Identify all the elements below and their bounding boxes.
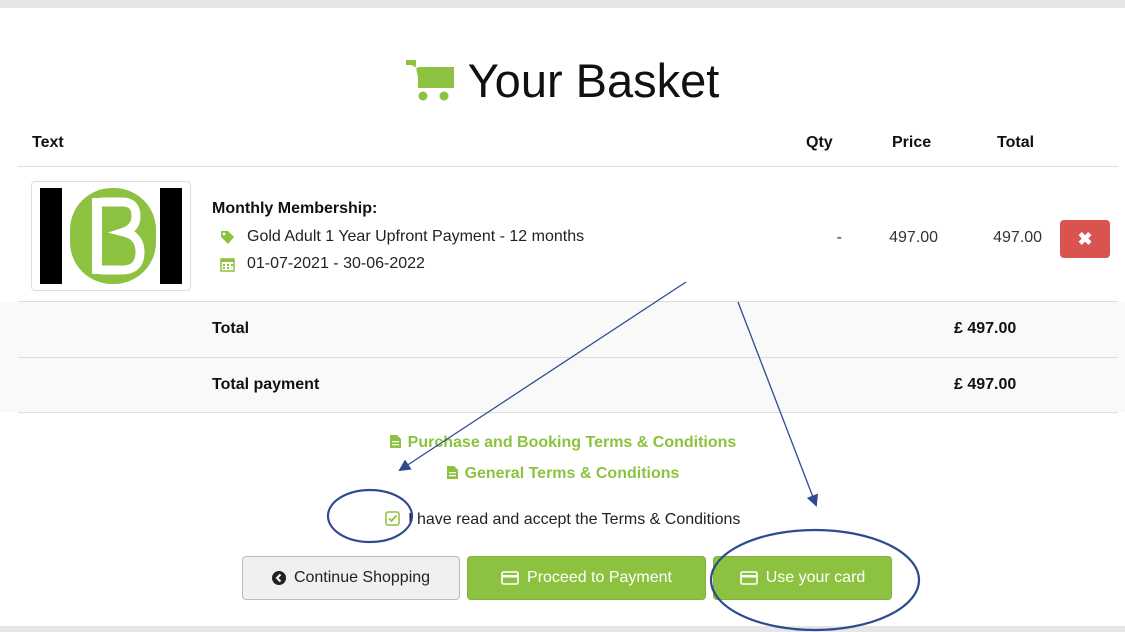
item-title: Monthly Membership: <box>212 200 378 217</box>
header-qty: Qty <box>806 134 833 151</box>
page-header: Your Basket <box>0 50 1125 110</box>
check-square-icon[interactable] <box>384 511 400 531</box>
summary-payment-value: £ 497.00 <box>954 376 1017 393</box>
continue-shopping-button[interactable]: Continue Shopping <box>242 556 460 600</box>
remove-item-button[interactable]: ✖ <box>1060 220 1110 258</box>
close-icon: ✖ <box>1077 228 1093 249</box>
item-price: 497.00 <box>889 229 938 246</box>
accept-terms-row: I have read and accept the Terms & Condi… <box>0 511 1125 531</box>
calendar-icon <box>220 257 235 272</box>
page-title: Your Basket <box>467 53 720 107</box>
item-total: 497.00 <box>993 229 1042 246</box>
product-thumbnail <box>31 181 191 291</box>
file-icon <box>389 434 402 454</box>
accept-terms-label: I have read and accept the Terms & Condi… <box>408 511 741 528</box>
item-dates: 01-07-2021 - 30-06-2022 <box>247 255 425 272</box>
tag-icon <box>220 230 235 245</box>
general-terms-label: General Terms & Conditions <box>464 465 680 482</box>
purchase-terms-link[interactable]: Purchase and Booking Terms & Conditions <box>0 434 1125 454</box>
use-your-card-label: Use your card <box>765 569 866 586</box>
proceed-to-payment-label: Proceed to Payment <box>527 569 672 586</box>
general-terms-link[interactable]: General Terms & Conditions <box>0 465 1125 485</box>
cart-icon <box>405 58 456 102</box>
credit-card-icon <box>739 571 758 585</box>
use-your-card-button[interactable]: Use your card <box>713 556 892 600</box>
header-price: Price <box>892 134 932 151</box>
proceed-to-payment-button[interactable]: Proceed to Payment <box>467 556 706 600</box>
top-divider <box>0 0 1125 8</box>
brand-logo <box>70 188 156 284</box>
summary-total-label: Total <box>212 320 250 337</box>
purchase-terms-label: Purchase and Booking Terms & Conditions <box>407 434 737 451</box>
item-product: Gold Adult 1 Year Upfront Payment - 12 m… <box>247 228 585 245</box>
continue-shopping-label: Continue Shopping <box>293 569 431 586</box>
header-text: Text <box>32 134 64 151</box>
summary-total-value: £ 497.00 <box>954 320 1017 337</box>
header-total: Total <box>997 134 1035 151</box>
chevron-left-circle-icon <box>271 571 286 585</box>
item-qty: - <box>836 229 842 246</box>
bottom-divider <box>0 626 1125 632</box>
item-product-line: Gold Adult 1 Year Upfront Payment - 12 m… <box>220 228 584 246</box>
table-bottom-divider <box>18 412 1118 413</box>
credit-card-icon <box>501 571 519 585</box>
item-dates-line: 01-07-2021 - 30-06-2022 <box>220 255 425 273</box>
file-icon <box>446 465 459 485</box>
summary-payment-label: Total payment <box>212 376 320 393</box>
